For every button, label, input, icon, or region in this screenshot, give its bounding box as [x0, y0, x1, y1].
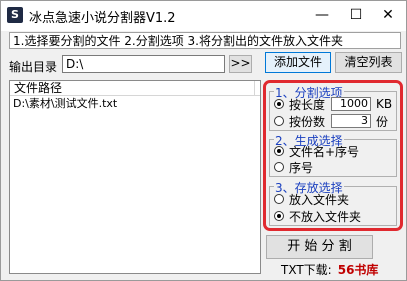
file-list-header[interactable]: 文件路径 [10, 81, 260, 96]
generate-options-group: 2、生成选择 文件名+序号 序号 [269, 132, 397, 177]
brand-link[interactable]: 56书库 [338, 263, 379, 277]
seq-option[interactable]: 序号 [274, 160, 314, 175]
file-path-column-header[interactable]: 文件路径 [14, 81, 255, 95]
instructions-text: 1.选择要分割的文件 2.分割选项 3.将分割出的文件放入文件夹 [9, 32, 401, 49]
output-dir-label: 输出目录 [9, 60, 58, 74]
seq-label: 序号 [289, 160, 314, 175]
clear-list-button[interactable]: 清空列表 [335, 52, 402, 73]
window-title: 冰点急速小说分割器V1.2 [29, 11, 176, 26]
by-count-label: 按份数 [289, 114, 326, 129]
count-unit-label: 份 [376, 114, 389, 129]
app-icon: S [7, 7, 23, 23]
count-input[interactable]: 3 [331, 114, 372, 128]
close-button[interactable]: ✕ [372, 1, 404, 29]
filename-seq-radio[interactable] [274, 146, 284, 156]
options-panel: 1、分割选项 按长度 1000 KB 按份数 3 份 2、生成选择 文件名+序号 [263, 80, 403, 231]
app-window: S 冰点急速小说分割器V1.2 — ☐ ✕ 1.选择要分割的文件 2.分割选项 … [0, 0, 407, 281]
into-folder-label: 放入文件夹 [289, 192, 350, 207]
not-into-folder-option[interactable]: 不放入文件夹 [274, 209, 362, 224]
filename-seq-label: 文件名+序号 [289, 144, 360, 159]
into-folder-radio[interactable] [274, 194, 284, 204]
footer: TXT下载: 56书库 [281, 261, 378, 278]
by-length-radio[interactable] [274, 99, 284, 109]
by-count-radio[interactable] [274, 116, 284, 126]
txt-download-label: TXT下载: [281, 263, 332, 277]
split-options-group: 1、分割选项 按长度 1000 KB 按份数 3 份 [269, 84, 397, 131]
length-input[interactable]: 1000 [331, 97, 372, 111]
output-dir-input[interactable]: D:\ [62, 55, 225, 73]
add-file-button[interactable]: 添加文件 [265, 52, 331, 73]
by-length-label: 按长度 [289, 97, 326, 112]
length-unit-label: KB [376, 97, 393, 111]
not-into-folder-radio[interactable] [274, 211, 284, 221]
list-item[interactable]: D:\素材\测试文件.txt [10, 96, 260, 111]
store-options-group: 3、存放选择 放入文件夹 不放入文件夹 [269, 179, 397, 226]
into-folder-option[interactable]: 放入文件夹 [274, 192, 350, 207]
filename-seq-option[interactable]: 文件名+序号 [274, 144, 360, 159]
browse-button[interactable]: >> [229, 55, 252, 73]
start-split-button[interactable]: 开 始 分 割 [266, 235, 373, 259]
title-bar[interactable]: S 冰点急速小说分割器V1.2 — ☐ ✕ [1, 1, 406, 31]
maximize-button[interactable]: ☐ [340, 1, 372, 29]
by-count-option[interactable]: 按份数 3 份 [274, 114, 389, 129]
by-length-option[interactable]: 按长度 1000 KB [274, 97, 393, 112]
not-into-folder-label: 不放入文件夹 [289, 209, 362, 224]
minimize-button[interactable]: — [306, 1, 338, 29]
seq-radio[interactable] [274, 162, 284, 172]
file-list[interactable]: 文件路径 D:\素材\测试文件.txt [9, 80, 261, 274]
